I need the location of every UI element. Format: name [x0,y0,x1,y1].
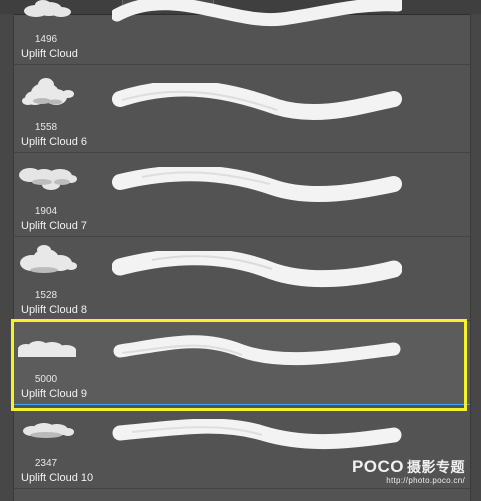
brush-list: 1496 Uplift Cloud 1558 Uplift Cloud 6 19… [14,0,470,501]
brush-size-label: 1904 [34,206,58,217]
watermark-url: http://photo.poco.cn/ [386,476,465,485]
brush-size-label: 2347 [34,458,58,469]
watermark-logo-cn: 摄影专题 [407,459,465,475]
brush-preset-row[interactable]: 1558 Uplift Cloud 6 [14,69,470,153]
cloud-thumbnail-icon [18,341,76,357]
brush-stroke-preview-icon [112,83,402,121]
watermark: POCO 摄影专题 http://photo.poco.cn/ [352,457,465,485]
brush-size-label: 1496 [34,34,58,45]
brush-name-label: Uplift Cloud 10 [21,472,94,484]
brush-name-label: Uplift Cloud 9 [21,388,88,400]
brush-preset-row[interactable]: 1904 Uplift Cloud 7 [14,153,470,237]
brush-stroke-preview-icon [112,419,402,450]
brush-preset-row-selected[interactable]: 5000 Uplift Cloud 9 [14,321,470,405]
brush-stroke-preview-icon [113,335,401,366]
brush-preset-row[interactable]: 1528 Uplift Cloud 8 [14,237,470,321]
brush-size-label: 1558 [34,122,58,133]
brush-name-label: Uplift Cloud 8 [21,304,88,316]
brush-stroke-preview-icon [112,251,402,288]
brush-name-label: Uplift Cloud 6 [21,136,88,148]
panel-scrollbar[interactable] [470,14,481,501]
cloud-thumbnail-icon [23,423,74,438]
brush-name-label: Uplift Cloud [21,48,78,60]
brush-size-label: 5000 [34,374,58,385]
brush-size-label: 1528 [34,290,58,301]
brush-preset-row[interactable]: 1496 Uplift Cloud [14,0,470,65]
watermark-logo: POCO [351,457,404,476]
cloud-thumbnail-icon [24,0,71,17]
cloud-thumbnail-icon [19,168,77,190]
brush-stroke-preview-icon [112,167,402,202]
panel-left-gutter [0,14,14,501]
brush-name-label: Uplift Cloud 7 [21,220,88,232]
cloud-thumbnail-icon [20,245,77,273]
cloud-thumbnail-icon [22,78,74,105]
brush-stroke-preview-icon [112,0,402,27]
